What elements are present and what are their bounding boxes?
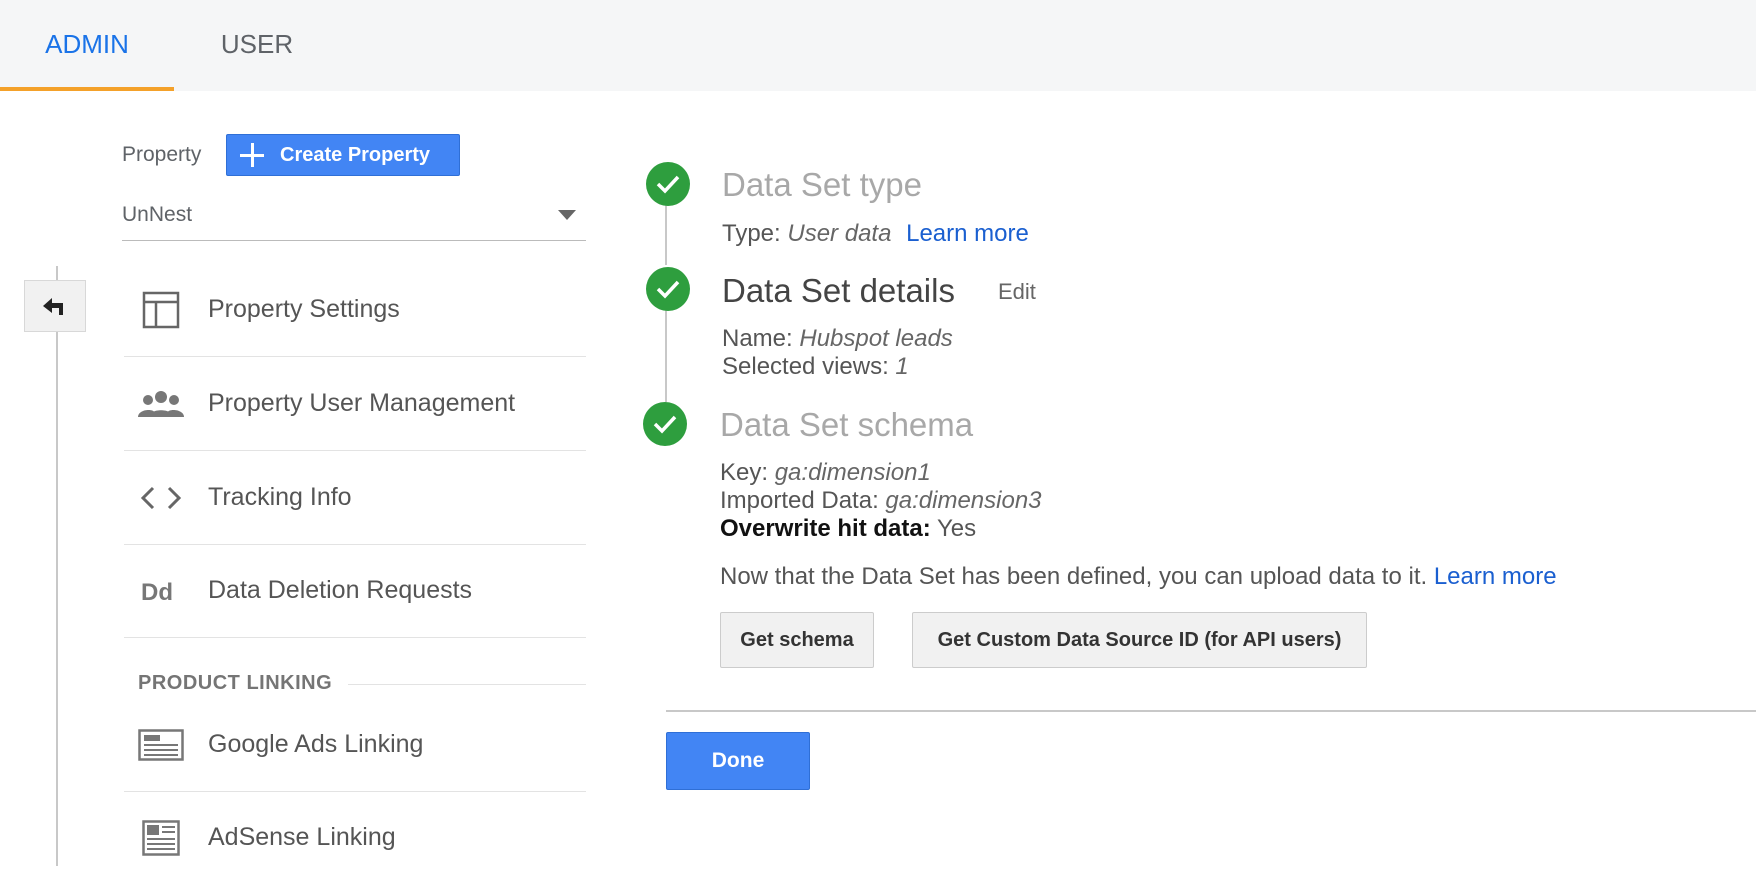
type-value: User data bbox=[787, 220, 892, 247]
selected-views-label: Selected views: bbox=[722, 353, 889, 380]
property-label: Property bbox=[122, 143, 202, 166]
step-complete-check-icon bbox=[646, 162, 690, 206]
edit-link[interactable]: Edit bbox=[998, 279, 1036, 305]
imported-data-value: ga:dimension3 bbox=[885, 487, 1042, 514]
people-icon bbox=[138, 381, 184, 427]
info-text: Now that the Data Set has been defined, … bbox=[720, 563, 1428, 590]
get-schema-button[interactable]: Get schema bbox=[720, 612, 874, 668]
nav-item-property-settings[interactable]: Property Settings bbox=[124, 263, 586, 357]
imported-data-line: Imported Data: ga:dimension3 bbox=[720, 487, 1042, 515]
property-select[interactable]: UnNest bbox=[122, 200, 586, 241]
svg-text:Dd: Dd bbox=[141, 579, 173, 604]
nav-item-label: Tracking Info bbox=[208, 483, 352, 511]
divider bbox=[666, 710, 1756, 712]
key-label: Key: bbox=[720, 459, 769, 486]
learn-more-link[interactable]: Learn more bbox=[1434, 563, 1557, 590]
tab-bar: ADMIN USER bbox=[0, 0, 1756, 91]
nav-item-label: AdSense Linking bbox=[208, 823, 396, 851]
done-button[interactable]: Done bbox=[666, 732, 810, 790]
nav-item-label: Property Settings bbox=[208, 295, 400, 323]
back-button[interactable] bbox=[24, 280, 86, 332]
create-property-label: Create Property bbox=[280, 143, 431, 166]
column-divider bbox=[56, 266, 58, 866]
create-property-button[interactable]: Create Property bbox=[226, 134, 460, 176]
step-complete-check-icon bbox=[646, 267, 690, 311]
code-icon bbox=[138, 475, 184, 521]
property-select-value: UnNest bbox=[122, 203, 193, 226]
data-set-type-line: Type: User data Learn more bbox=[722, 220, 1029, 248]
dd-icon: Dd bbox=[138, 568, 184, 614]
nav-item-label: Data Deletion Requests bbox=[208, 576, 473, 604]
step-connector bbox=[665, 205, 667, 265]
selected-views-line: Selected views: 1 bbox=[722, 353, 909, 381]
nav-item-property-user-management[interactable]: Property User Management bbox=[124, 357, 586, 451]
nav-item-label: Property User Management bbox=[208, 389, 516, 417]
key-line: Key: ga:dimension1 bbox=[720, 459, 931, 487]
overwrite-value: Yes bbox=[936, 515, 977, 542]
info-line: Now that the Data Set has been defined, … bbox=[720, 563, 1557, 591]
nav-item-data-deletion-requests[interactable]: Dd Data Deletion Requests bbox=[124, 544, 586, 638]
product-linking-heading: PRODUCT LINKING bbox=[138, 672, 333, 694]
back-arrow-icon bbox=[43, 298, 63, 315]
name-label: Name: bbox=[722, 325, 793, 352]
ads-icon bbox=[138, 722, 184, 768]
learn-more-link[interactable]: Learn more bbox=[906, 220, 1029, 247]
nav-item-google-ads-linking[interactable]: Google Ads Linking bbox=[124, 698, 586, 792]
nav-item-adsense-linking[interactable]: AdSense Linking bbox=[124, 791, 586, 884]
tab-admin[interactable]: ADMIN bbox=[0, 0, 174, 91]
adsense-icon bbox=[138, 815, 184, 861]
caret-down-icon bbox=[558, 210, 576, 220]
layout-icon bbox=[138, 287, 184, 333]
overwrite-line: Overwrite hit data: Yes bbox=[720, 515, 976, 543]
imported-data-label: Imported Data: bbox=[720, 487, 879, 514]
tab-user[interactable]: USER bbox=[190, 0, 324, 91]
type-label: Type: bbox=[722, 220, 781, 247]
name-value: Hubspot leads bbox=[799, 325, 953, 352]
step-complete-check-icon bbox=[643, 402, 687, 446]
section-divider bbox=[348, 684, 586, 685]
step-title-data-set-schema: Data Set schema bbox=[720, 406, 974, 443]
nav-item-tracking-info[interactable]: Tracking Info bbox=[124, 451, 586, 545]
key-value: ga:dimension1 bbox=[774, 459, 931, 486]
plus-icon bbox=[240, 143, 264, 167]
step-title-data-set-type: Data Set type bbox=[722, 166, 922, 203]
nav-item-label: Google Ads Linking bbox=[208, 730, 424, 758]
overwrite-label: Overwrite hit data: bbox=[720, 515, 931, 542]
selected-views-value: 1 bbox=[895, 353, 909, 380]
get-custom-data-source-id-button[interactable]: Get Custom Data Source ID (for API users… bbox=[912, 612, 1367, 668]
step-connector bbox=[665, 310, 667, 402]
name-line: Name: Hubspot leads bbox=[722, 325, 953, 353]
step-title-data-set-details: Data Set details bbox=[722, 272, 955, 309]
